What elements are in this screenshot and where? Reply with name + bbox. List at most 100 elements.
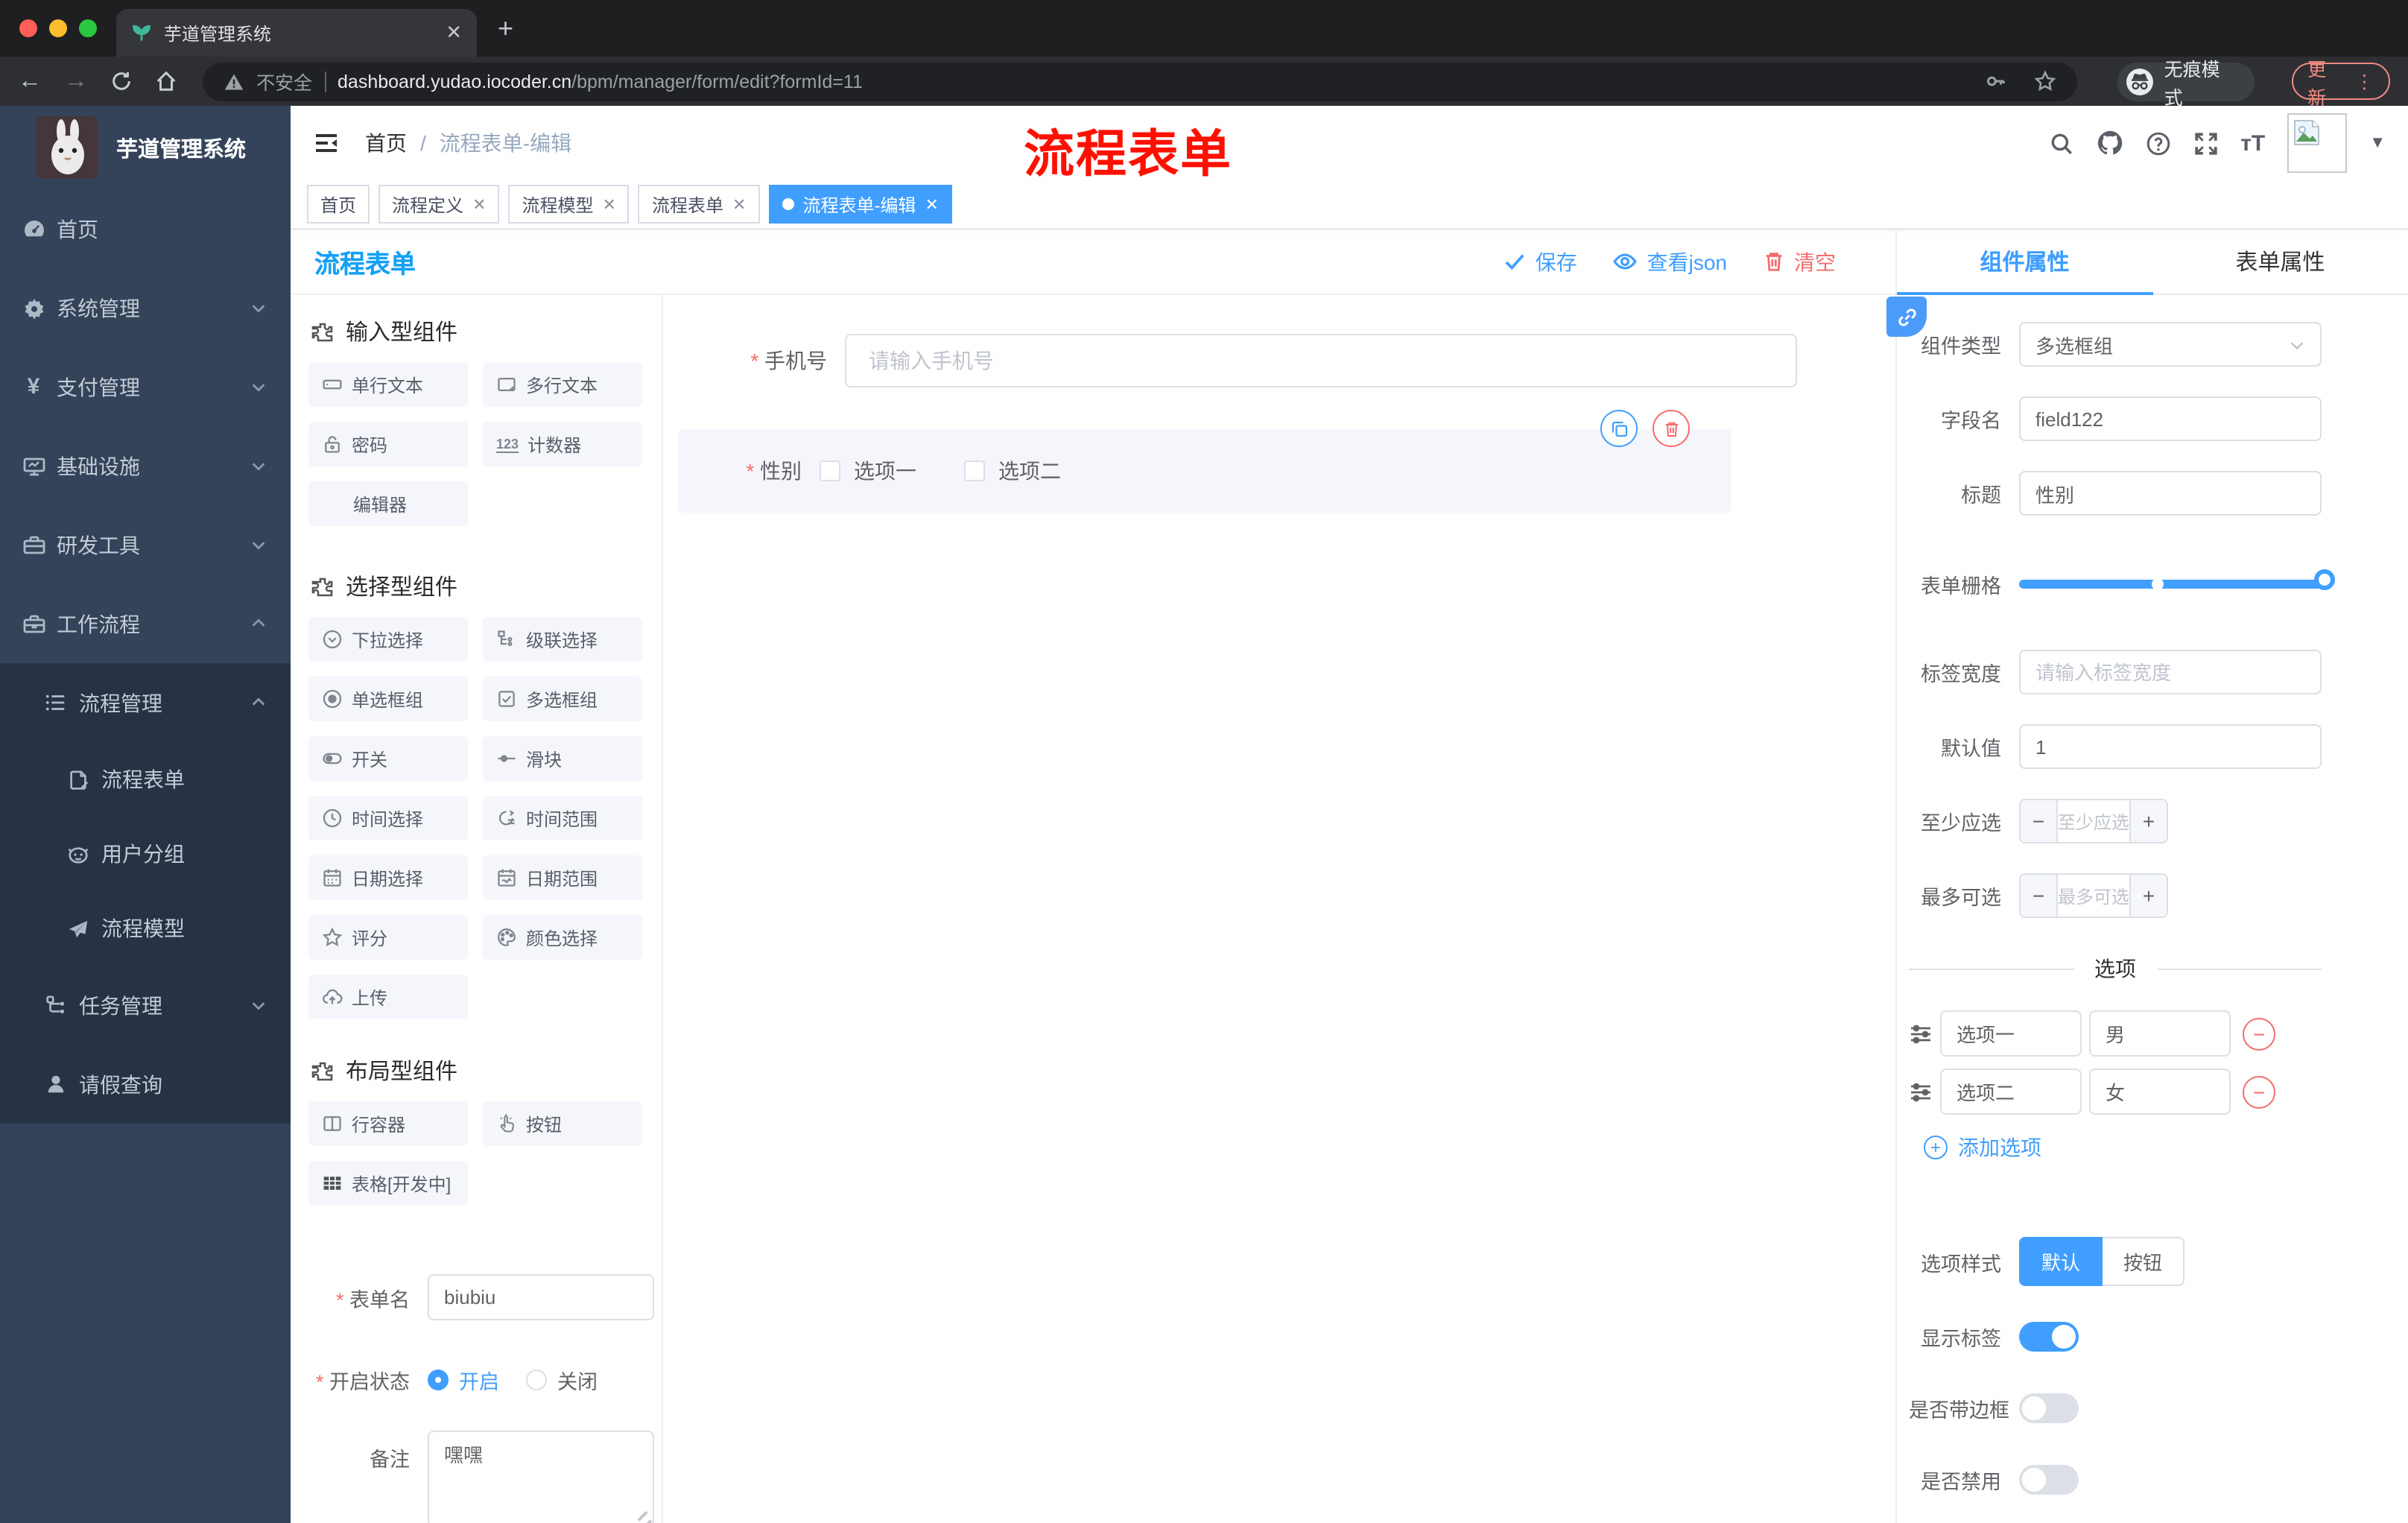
disabled-toggle[interactable] (2019, 1465, 2079, 1495)
palette-item-time-range[interactable]: 时间范围 (483, 796, 642, 840)
add-option-button[interactable]: + 添加选项 (1924, 1133, 2322, 1162)
style-default-button[interactable]: 默认 (2019, 1237, 2103, 1286)
drag-handle-icon[interactable] (1909, 1080, 1933, 1104)
status-on-radio[interactable]: 开启 (428, 1365, 499, 1395)
palette-item-switch[interactable]: 开关 (308, 736, 468, 781)
border-toggle[interactable] (2019, 1393, 2079, 1423)
delete-component-button[interactable] (1653, 410, 1690, 447)
canvas-field-phone[interactable]: 手机号 (678, 334, 1797, 387)
key-icon[interactable] (1986, 70, 2008, 92)
reload-icon[interactable] (110, 70, 133, 92)
browser-menu-icon[interactable]: ⋮ (2355, 70, 2374, 92)
tag-close-icon[interactable]: ✕ (925, 194, 938, 214)
forward-icon[interactable]: → (64, 69, 88, 93)
palette-item-single-text[interactable]: 单行文本 (308, 362, 468, 407)
tab-component-props[interactable]: 组件属性 (1897, 229, 2152, 295)
sidebar-item-home[interactable]: 首页 (0, 189, 291, 268)
browser-update-button[interactable]: 更新 ⋮ (2291, 59, 2390, 108)
show-label-toggle[interactable] (2019, 1322, 2079, 1352)
breadcrumb-home[interactable]: 首页 (365, 128, 407, 158)
option2-label-input[interactable] (1940, 1068, 2082, 1115)
increase-button[interactable]: + (2131, 875, 2167, 916)
palette-item-color-picker[interactable]: 颜色选择 (483, 915, 642, 960)
form-grid-slider[interactable] (2019, 569, 2335, 590)
option2-value-input[interactable] (2089, 1068, 2231, 1115)
sidebar-item-payment[interactable]: ¥ 支付管理 (0, 347, 291, 426)
sidebar-item-process-model[interactable]: 流程模型 (0, 891, 291, 966)
tab-form-props[interactable]: 表单属性 (2152, 229, 2408, 295)
tag-close-icon[interactable]: ✕ (472, 194, 486, 214)
palette-item-multi-text[interactable]: 多行文本 (483, 362, 642, 407)
palette-item-slider[interactable]: 滑块 (483, 736, 642, 781)
minimize-window-button[interactable] (49, 19, 67, 37)
palette-item-upload[interactable]: 上传 (308, 975, 468, 1019)
checkbox-icon[interactable] (820, 460, 840, 481)
help-icon[interactable] (2145, 130, 2170, 156)
sidebar-item-user-group[interactable]: 用户分组 (0, 817, 291, 891)
sidebar-item-leave-query[interactable]: 请假查询 (0, 1045, 291, 1124)
address-bar[interactable]: 不安全 dashboard.yudao.iocoder.cn/bpm/manag… (203, 62, 2078, 101)
sidebar-item-system[interactable]: 系统管理 (0, 268, 291, 347)
component-type-select[interactable]: 多选框组 (2019, 322, 2322, 367)
label-width-input[interactable] (2019, 650, 2322, 694)
home-icon[interactable] (155, 70, 177, 92)
palette-item-button[interactable]: 按钮 (483, 1101, 642, 1146)
style-button-button[interactable]: 按钮 (2103, 1237, 2185, 1286)
palette-item-row-container[interactable]: 行容器 (308, 1101, 468, 1146)
tag-home[interactable]: 首页 (307, 185, 370, 224)
tag-close-icon[interactable]: ✕ (732, 194, 746, 214)
sidebar-item-process-mgmt[interactable]: 流程管理 (0, 663, 291, 742)
phone-input[interactable] (845, 334, 1797, 387)
sidebar-item-process-form[interactable]: 流程表单 (0, 742, 291, 817)
url[interactable]: dashboard.yudao.iocoder.cn/bpm/manager/f… (338, 71, 863, 92)
browser-tab[interactable]: 芋道管理系统 ✕ (116, 9, 477, 57)
gender-option-1[interactable]: 选项一 (820, 456, 916, 486)
sidebar-item-task-mgmt[interactable]: 任务管理 (0, 966, 291, 1045)
tag-close-icon[interactable]: ✕ (603, 194, 616, 214)
gender-option-2[interactable]: 选项二 (964, 456, 1061, 486)
duplicate-component-button[interactable] (1600, 410, 1638, 447)
search-icon[interactable] (2048, 130, 2073, 156)
close-window-button[interactable] (19, 19, 37, 37)
canvas-field-gender-selected[interactable]: 性别 选项一 选项二 (678, 410, 1731, 513)
tab-close-icon[interactable]: ✕ (446, 21, 462, 45)
palette-item-rate[interactable]: 评分 (308, 915, 468, 960)
back-icon[interactable]: ← (18, 69, 42, 93)
decrease-button[interactable]: − (2021, 800, 2056, 842)
remove-option-button[interactable]: − (2243, 1075, 2275, 1108)
sidebar-item-workflow[interactable]: 工作流程 (0, 584, 291, 663)
checkbox-icon[interactable] (964, 460, 985, 481)
palette-item-time-picker[interactable]: 时间选择 (308, 796, 468, 840)
title-input[interactable] (2019, 471, 2322, 516)
new-tab-button[interactable]: + (498, 15, 513, 42)
form-canvas[interactable]: 手机号 (663, 295, 1895, 1523)
font-size-icon[interactable]: ᴛT (2240, 130, 2265, 156)
caret-down-icon[interactable]: ▼ (2369, 134, 2386, 152)
view-json-button[interactable]: 查看json (1613, 247, 1727, 276)
status-off-radio[interactable]: 关闭 (526, 1365, 598, 1395)
tag-process-model[interactable]: 流程模型 ✕ (508, 185, 630, 224)
option1-value-input[interactable] (2089, 1010, 2231, 1057)
form-name-input[interactable] (428, 1274, 654, 1320)
bookmark-star-icon[interactable] (2035, 70, 2057, 92)
palette-item-password[interactable]: 密码 (308, 422, 468, 466)
tag-process-definition[interactable]: 流程定义 ✕ (378, 185, 500, 224)
avatar[interactable] (2287, 113, 2348, 173)
option1-label-input[interactable] (1940, 1010, 2082, 1057)
security-label[interactable]: 不安全 (256, 67, 312, 95)
palette-item-date-range[interactable]: 日期范围 (483, 855, 642, 900)
palette-item-counter[interactable]: 123 计数器 (483, 422, 642, 466)
remark-textarea[interactable]: 嘿嘿 (428, 1431, 654, 1523)
clear-button[interactable]: 清空 (1763, 247, 1836, 276)
tag-process-form[interactable]: 流程表单 ✕ (638, 185, 760, 224)
palette-item-checkbox-group[interactable]: 多选框组 (483, 677, 642, 721)
window-controls[interactable] (19, 19, 97, 37)
max-select-value[interactable]: 最多可选 (2056, 875, 2131, 916)
palette-item-date-picker[interactable]: 日期选择 (308, 855, 468, 900)
palette-item-cascader[interactable]: 级联选择 (483, 617, 642, 662)
sidebar-collapse-icon[interactable] (313, 130, 340, 156)
remove-option-button[interactable]: − (2243, 1017, 2275, 1050)
github-icon[interactable] (2096, 130, 2123, 156)
increase-button[interactable]: + (2131, 800, 2167, 842)
palette-item-select[interactable]: 下拉选择 (308, 617, 468, 662)
